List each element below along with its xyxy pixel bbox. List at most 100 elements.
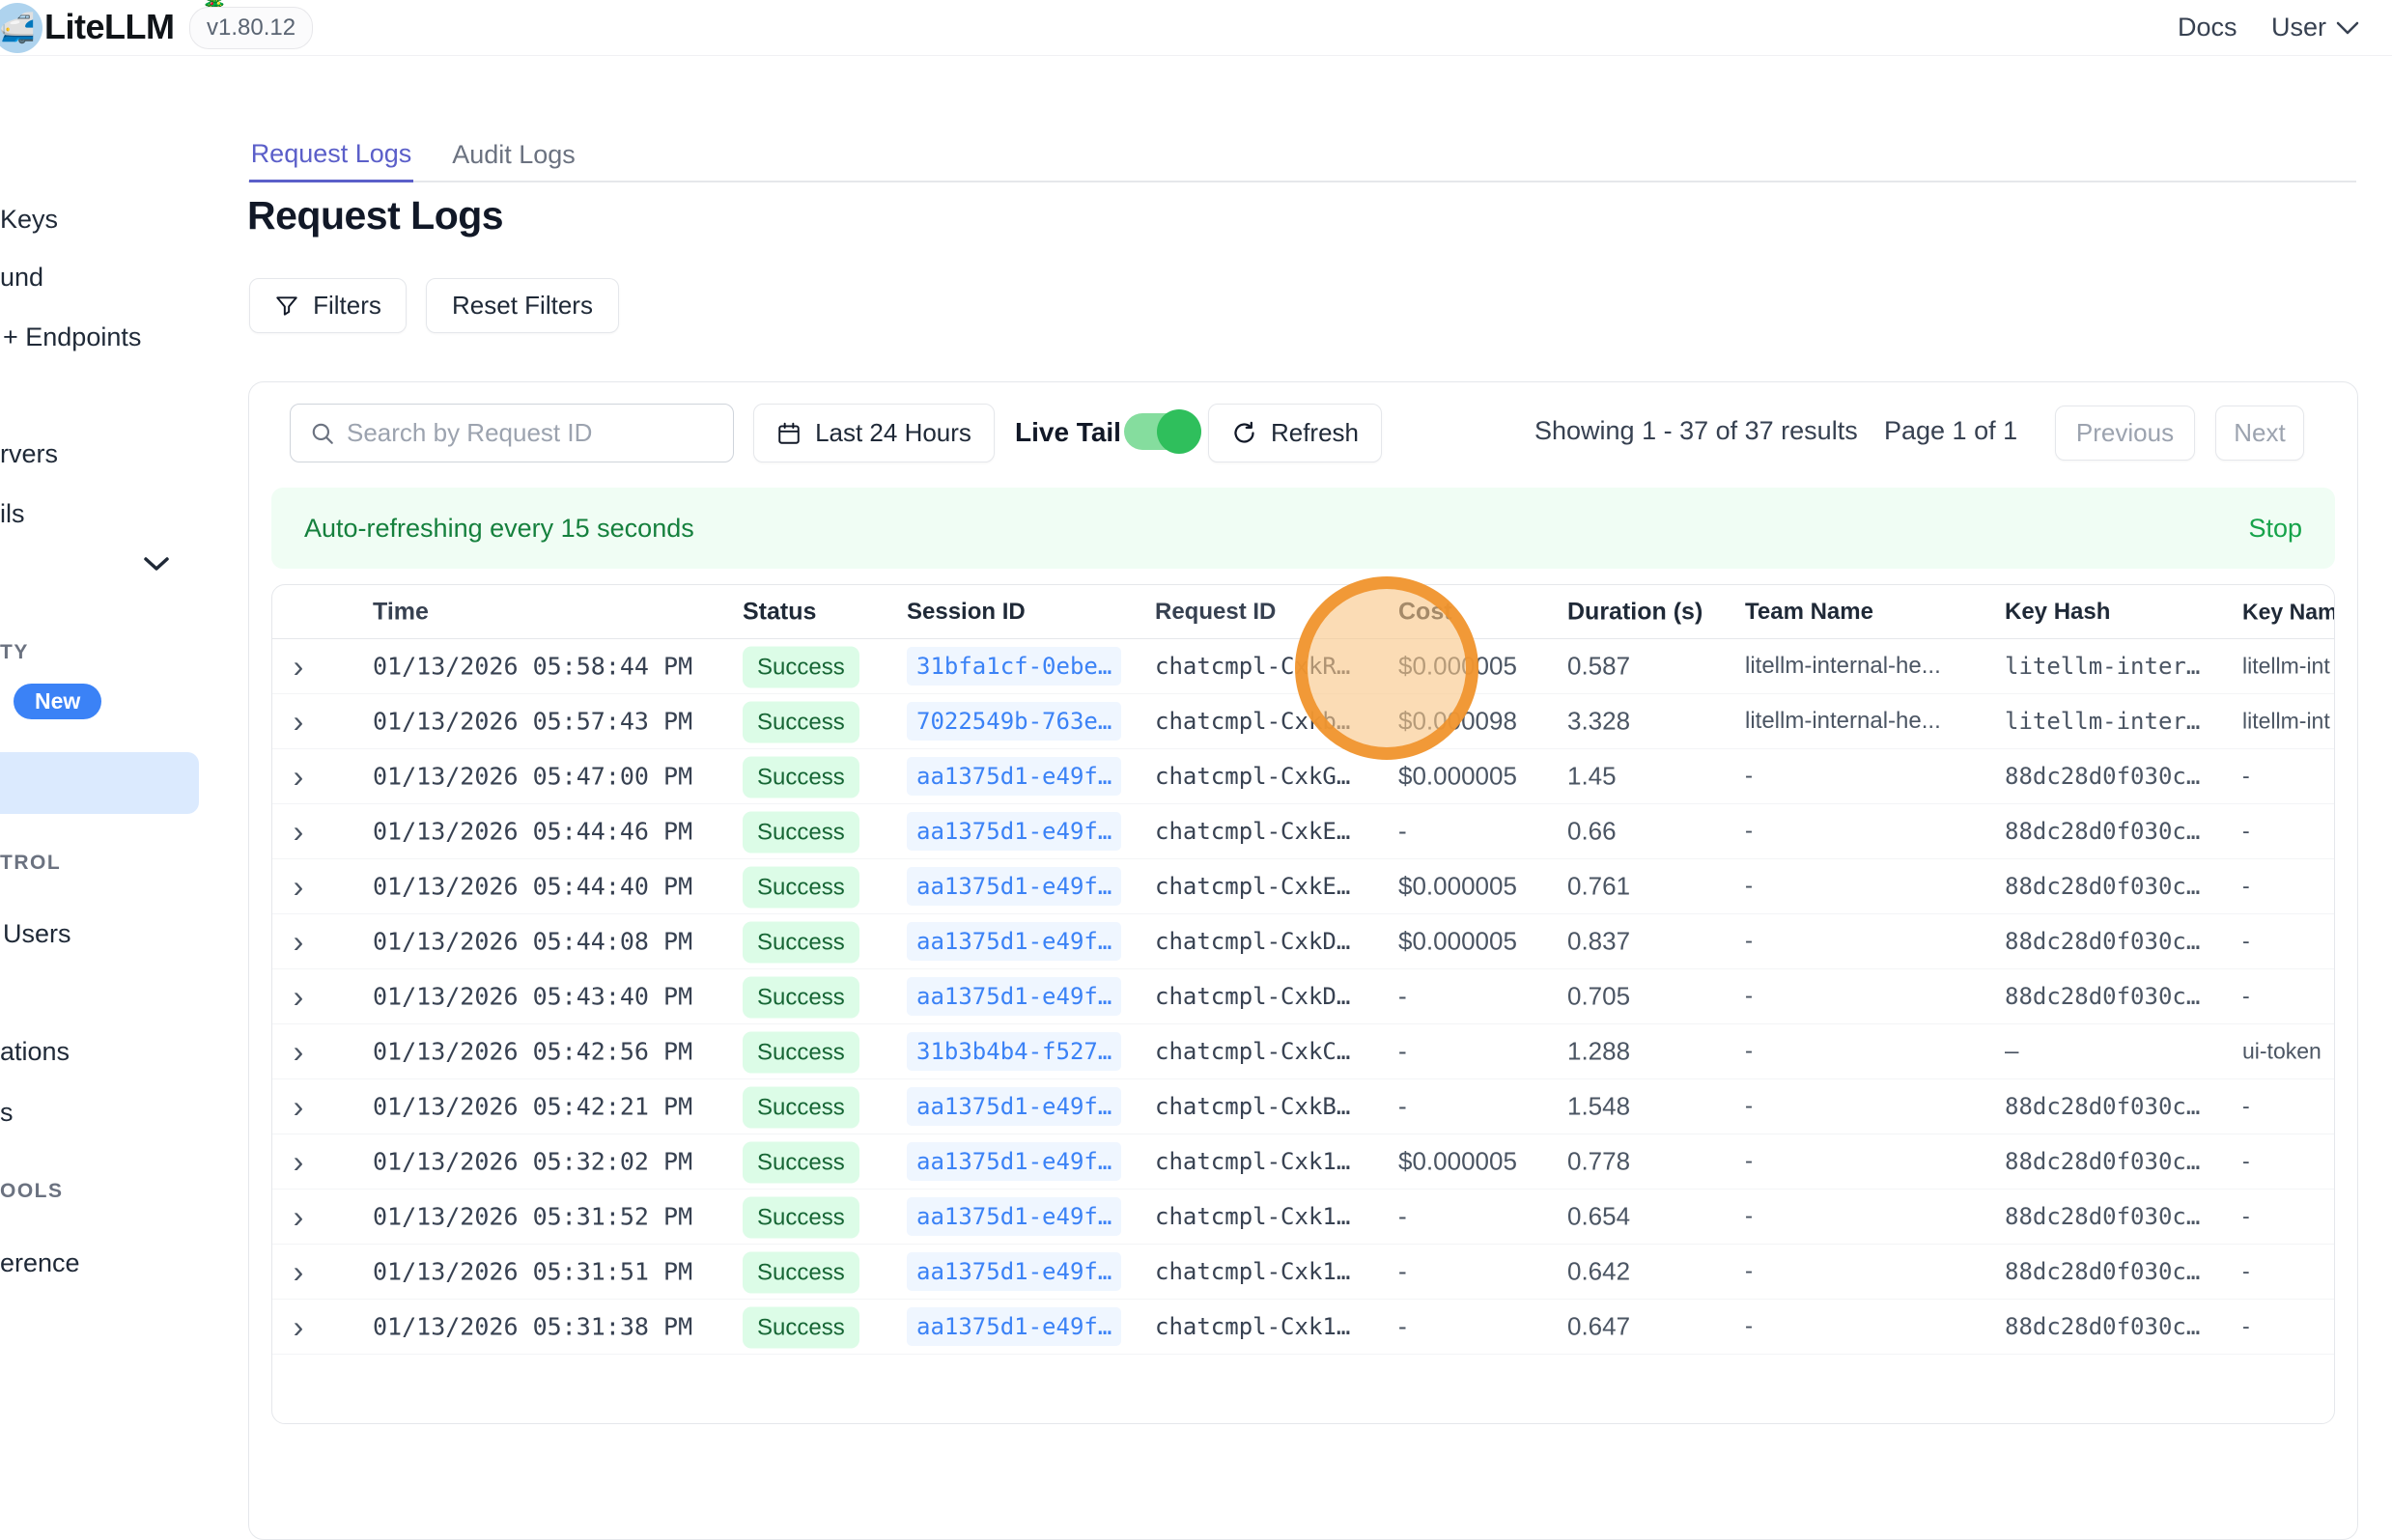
table-row[interactable]: › 01/13/2026 05:57:43 PM Success 7022549…	[272, 694, 2334, 749]
page-title: Request Logs	[247, 193, 503, 238]
sidebar-item-internal-users[interactable]: Users	[3, 919, 71, 949]
table-row[interactable]: › 01/13/2026 05:47:00 PM Success aa1375d…	[272, 749, 2334, 804]
sidebar-item-guardrails[interactable]: ils	[0, 499, 25, 529]
filters-button[interactable]: Filters	[249, 278, 407, 333]
user-menu[interactable]: User	[2271, 13, 2359, 42]
session-id-link[interactable]: aa1375d1-e49f…	[907, 1093, 1121, 1120]
row-expand-chevron-icon[interactable]: ›	[284, 1036, 313, 1067]
funnel-icon	[274, 294, 299, 319]
row-expand-chevron-icon[interactable]: ›	[284, 1256, 313, 1287]
status-badge: Success	[743, 1257, 859, 1287]
session-id-link[interactable]: aa1375d1-e49f…	[907, 928, 1121, 955]
auto-refresh-banner: Auto-refreshing every 15 seconds Stop	[271, 488, 2335, 569]
table-row[interactable]: › 01/13/2026 05:44:08 PM Success aa1375d…	[272, 914, 2334, 969]
cell-request-id: chatcmpl-Cxkb…	[1155, 708, 1350, 735]
table-row[interactable]: › 01/13/2026 05:42:21 PM Success aa1375d…	[272, 1079, 2334, 1134]
cell-key-hash: litellm-inter…	[2005, 653, 2200, 680]
row-expand-chevron-icon[interactable]: ›	[284, 1146, 313, 1177]
cell-key-hash: 88dc28d0f030c…	[2005, 928, 2200, 955]
cell-request-id: chatcmpl-CxkC…	[1155, 1038, 1350, 1065]
session-id-link[interactable]: 31bfa1cf-0ebe…	[907, 653, 1121, 680]
stop-auto-refresh-link[interactable]: Stop	[2248, 514, 2302, 544]
row-expand-chevron-icon[interactable]: ›	[284, 816, 313, 847]
row-expand-chevron-icon[interactable]: ›	[284, 981, 313, 1012]
sidebar-item-mcp-servers[interactable]: rvers	[0, 439, 58, 469]
litellm-logo-icon: 🚅	[0, 3, 42, 53]
session-id-link[interactable]: aa1375d1-e49f…	[907, 763, 1121, 790]
sidebar-item-teams[interactable]: s	[0, 1098, 14, 1128]
cell-cost: $0.000098	[1398, 707, 1517, 737]
cell-duration: 1.45	[1567, 762, 1617, 792]
session-id-link[interactable]: aa1375d1-e49f…	[907, 983, 1121, 1010]
next-page-button[interactable]: Next	[2215, 406, 2304, 461]
session-id-link[interactable]: aa1375d1-e49f…	[907, 873, 1121, 900]
table-row[interactable]: › 01/13/2026 05:44:40 PM Success aa1375d…	[272, 859, 2334, 914]
session-id-link[interactable]: aa1375d1-e49f…	[907, 818, 1121, 845]
row-expand-chevron-icon[interactable]: ›	[284, 871, 313, 902]
table-row[interactable]: › 01/13/2026 05:31:52 PM Success aa1375d…	[272, 1190, 2334, 1245]
table-row[interactable]: › 01/13/2026 05:58:44 PM Success 31bfa1c…	[272, 639, 2334, 694]
status-badge: Success	[743, 1147, 859, 1177]
cell-duration: 1.548	[1567, 1092, 1630, 1122]
row-expand-chevron-icon[interactable]: ›	[284, 1201, 313, 1232]
row-expand-chevron-icon[interactable]: ›	[284, 761, 313, 792]
table-row[interactable]: › 01/13/2026 05:43:40 PM Success aa1375d…	[272, 969, 2334, 1024]
sidebar-item-playground[interactable]: und	[0, 263, 43, 293]
cell-duration: 0.761	[1567, 872, 1630, 902]
cell-request-id: chatcmpl-CxkD…	[1155, 928, 1350, 955]
sidebar-collapse-chevron-icon[interactable]	[143, 556, 170, 572]
row-expand-chevron-icon[interactable]: ›	[284, 706, 313, 737]
row-expand-chevron-icon[interactable]: ›	[284, 926, 313, 957]
sidebar-item-api-reference[interactable]: erence	[0, 1248, 80, 1278]
filters-button-label: Filters	[313, 291, 381, 321]
row-expand-chevron-icon[interactable]: ›	[284, 651, 313, 682]
cell-key-name: -	[2242, 1259, 2250, 1285]
status-badge: Success	[743, 982, 859, 1012]
sidebar-section-access-control: TROL	[0, 852, 61, 875]
table-row[interactable]: › 01/13/2026 05:44:46 PM Success aa1375d…	[272, 804, 2334, 859]
status-badge: Success	[743, 652, 859, 682]
cell-time: 01/13/2026 05:32:02 PM	[373, 1148, 692, 1176]
cell-duration: 0.66	[1567, 817, 1617, 847]
auto-refresh-message: Auto-refreshing every 15 seconds	[304, 514, 694, 544]
table-row[interactable]: › 01/13/2026 05:32:02 PM Success aa1375d…	[272, 1134, 2334, 1190]
session-id-link[interactable]: 31b3b4b4-f527…	[907, 1038, 1121, 1065]
table-row[interactable]: › 01/13/2026 05:42:56 PM Success 31b3b4b…	[272, 1024, 2334, 1079]
tab-request-logs[interactable]: Request Logs	[249, 127, 413, 182]
docs-link[interactable]: Docs	[2178, 13, 2237, 42]
session-id-link[interactable]: aa1375d1-e49f…	[907, 1313, 1121, 1340]
cell-time: 01/13/2026 05:31:52 PM	[373, 1203, 692, 1231]
sidebar-item-models-endpoints[interactable]: + Endpoints	[3, 322, 141, 352]
sidebar-item-organizations[interactable]: ations	[0, 1037, 70, 1067]
column-header-time: Time	[373, 598, 429, 626]
time-range-button[interactable]: Last 24 Hours	[753, 404, 995, 462]
row-expand-chevron-icon[interactable]: ›	[284, 1311, 313, 1342]
table-row[interactable]: › 01/13/2026 05:31:38 PM Success aa1375d…	[272, 1300, 2334, 1355]
column-header-session-id: Session ID	[907, 599, 1026, 626]
sidebar-item-logs-selected[interactable]	[0, 752, 199, 814]
search-input[interactable]	[347, 418, 704, 448]
cell-cost: $0.000005	[1398, 762, 1517, 792]
cell-request-id: chatcmpl-CxkE…	[1155, 818, 1350, 845]
chevron-down-icon	[2336, 21, 2359, 35]
table-row[interactable]: › 01/13/2026 05:31:51 PM Success aa1375d…	[272, 1245, 2334, 1300]
session-id-link[interactable]: aa1375d1-e49f…	[907, 1148, 1121, 1175]
tab-audit-logs[interactable]: Audit Logs	[436, 127, 591, 182]
cell-request-id: chatcmpl-CxkD…	[1155, 983, 1350, 1010]
status-badge: Success	[743, 762, 859, 792]
sidebar-item-virtual-keys[interactable]: Keys	[0, 205, 58, 235]
cell-time: 01/13/2026 05:31:38 PM	[373, 1313, 692, 1341]
row-expand-chevron-icon[interactable]: ›	[284, 1091, 313, 1122]
version-badge: v1.80.12	[189, 7, 313, 49]
previous-page-button[interactable]: Previous	[2055, 406, 2195, 461]
cell-cost: $0.000005	[1398, 1147, 1517, 1177]
live-tail-toggle[interactable]	[1124, 413, 1194, 450]
session-id-link[interactable]: aa1375d1-e49f…	[907, 1203, 1121, 1230]
session-id-link[interactable]: 7022549b-763e…	[907, 708, 1121, 735]
refresh-button[interactable]: Refresh	[1208, 404, 1382, 462]
cell-key-hash: 88dc28d0f030c…	[2005, 873, 2200, 900]
reset-filters-button[interactable]: Reset Filters	[426, 278, 619, 333]
session-id-link[interactable]: aa1375d1-e49f…	[907, 1258, 1121, 1285]
page-indicator: Page 1 of 1	[1884, 416, 2017, 446]
cell-key-hash: 88dc28d0f030c…	[2005, 1313, 2200, 1340]
